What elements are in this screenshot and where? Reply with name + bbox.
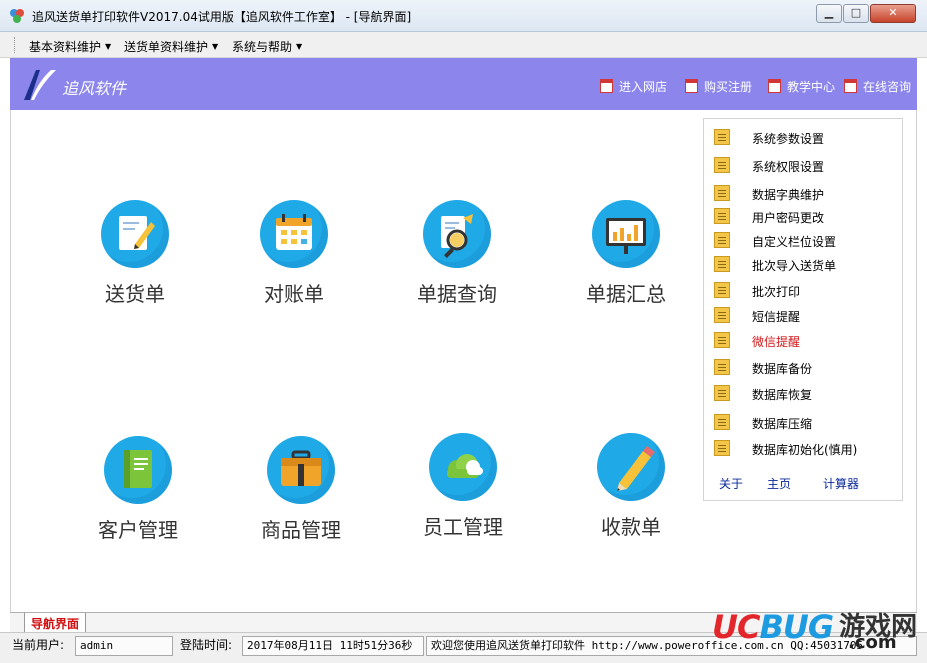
logo-icon (24, 70, 56, 100)
calendar-icon (685, 79, 698, 93)
search-icon (423, 200, 491, 268)
tile-document-summary[interactable]: 单据汇总 (551, 200, 701, 307)
document-icon (714, 359, 730, 375)
link-buy-register-label: 购买注册 (704, 80, 753, 94)
calendar-icon (260, 200, 328, 268)
document-icon (714, 232, 730, 248)
panel-item-label: 批次打印 (752, 285, 801, 299)
document-icon (714, 385, 730, 401)
tile-delivery-note-label: 送货单 (105, 282, 165, 306)
menu-basic-data[interactable]: 基本资料维护 ▼ (29, 38, 111, 55)
panel-item-label: 微信提醒 (752, 335, 801, 349)
calendar-icon (768, 79, 781, 93)
logo-text: 追风软件 (62, 79, 127, 98)
cloud-icon (429, 433, 497, 501)
notebook-icon (104, 436, 172, 504)
chevron-down-icon: ▼ (296, 42, 303, 51)
link-visit-shop-label: 进入网店 (619, 80, 668, 94)
tile-document-summary-label: 单据汇总 (586, 282, 666, 306)
tile-customer-management-label: 客户管理 (98, 518, 178, 542)
calendar-icon (600, 79, 613, 93)
system-functions-panel: 系统参数设置 系统权限设置 数据字典维护 用户密码更改 自定义栏位设置 批次导入… (703, 118, 903, 501)
tab-navigation[interactable]: 导航界面 (24, 613, 87, 633)
window-titlebar: 追风送货单打印软件V2017.04试用版【追风软件工作室】 - [导航界面] ▁… (0, 0, 927, 32)
panel-item-label: 数据库初始化(慎用) (752, 443, 858, 457)
panel-item-label: 短信提醒 (752, 310, 801, 324)
link-teaching-center[interactable]: 教学中心 (768, 78, 835, 95)
chevron-down-icon: ▼ (212, 42, 219, 51)
panel-item-label: 数据字典维护 (752, 188, 825, 202)
tile-statement[interactable]: 对账单 (219, 200, 369, 307)
panel-item-label: 系统参数设置 (752, 132, 825, 146)
document-icon (714, 414, 730, 430)
document-icon (714, 332, 730, 348)
document-icon (714, 185, 730, 201)
document-icon (714, 256, 730, 272)
document-icon (714, 307, 730, 323)
status-login-value: 2017年08月11日 11时51分36秒 (242, 636, 424, 656)
panel-item-label: 数据库备份 (752, 362, 813, 376)
menu-delivery-data-label: 送货单资料维护 (124, 40, 209, 54)
tile-staff-management-label: 员工管理 (423, 515, 503, 539)
link-calculator[interactable]: 计算器 (823, 475, 859, 492)
menu-delivery-data[interactable]: 送货单资料维护 ▼ (124, 38, 218, 55)
watermark-com: .com (848, 632, 897, 653)
tile-statement-label: 对账单 (264, 282, 324, 306)
header-banner: 追风软件 进入网店 购买注册 教学中心 在线咨询 (10, 58, 917, 110)
menu-basic-data-label: 基本资料维护 (29, 40, 102, 54)
panel-item-label: 数据库恢复 (752, 388, 813, 402)
tile-receipt[interactable]: 收款单 (556, 433, 706, 540)
document-icon (714, 208, 730, 224)
document-icon (714, 129, 730, 145)
link-buy-register[interactable]: 购买注册 (685, 78, 752, 95)
tile-document-query-label: 单据查询 (417, 282, 497, 306)
status-user-value: admin (75, 636, 173, 656)
link-visit-shop[interactable]: 进入网店 (600, 78, 667, 95)
watermark-uc: UC (712, 608, 760, 646)
close-button[interactable]: ✕ (870, 4, 916, 23)
watermark-bug: BUG (759, 608, 834, 646)
panel-item-label: 数据库压缩 (752, 417, 813, 431)
link-online-consult-label: 在线咨询 (863, 80, 912, 94)
tile-customer-management[interactable]: 客户管理 (63, 436, 213, 543)
link-teaching-center-label: 教学中心 (787, 80, 836, 94)
tile-product-management-label: 商品管理 (261, 518, 341, 542)
document-icon (714, 157, 730, 173)
document-icon (714, 282, 730, 298)
document-icon (714, 440, 730, 456)
link-about[interactable]: 关于 (719, 475, 743, 492)
tile-document-query[interactable]: 单据查询 (382, 200, 532, 307)
calendar-icon (844, 79, 857, 93)
menu-system-help[interactable]: 系统与帮助 ▼ (232, 38, 302, 55)
menu-bar: 基本资料维护 ▼ 送货单资料维护 ▼ 系统与帮助 ▼ (0, 32, 927, 58)
maximize-button[interactable]: □ (843, 4, 869, 23)
panel-item-label: 批次导入送货单 (752, 259, 837, 273)
menu-grip (14, 37, 17, 53)
menu-system-help-label: 系统与帮助 (232, 40, 293, 54)
chevron-down-icon: ▼ (105, 42, 112, 51)
tile-receipt-label: 收款单 (601, 515, 661, 539)
tile-staff-management[interactable]: 员工管理 (388, 433, 538, 540)
tile-product-management[interactable]: 商品管理 (226, 436, 376, 543)
minimize-button[interactable]: ▁ (816, 4, 842, 23)
link-homepage[interactable]: 主页 (767, 475, 791, 492)
briefcase-icon (267, 436, 335, 504)
delivery-note-icon (101, 200, 169, 268)
watermark-logo: UCBUG 游戏网 .com (712, 606, 917, 653)
chart-board-icon (592, 200, 660, 268)
status-user-label: 当前用户: (12, 638, 65, 652)
tile-delivery-note[interactable]: 送货单 (60, 200, 210, 307)
pencil-icon (597, 433, 665, 501)
panel-item-label: 自定义栏位设置 (752, 235, 837, 249)
link-online-consult[interactable]: 在线咨询 (844, 78, 911, 95)
app-icon (10, 9, 24, 23)
panel-item-label: 用户密码更改 (752, 211, 825, 225)
panel-item-label: 系统权限设置 (752, 160, 825, 174)
window-title: 追风送货单打印软件V2017.04试用版【追风软件工作室】 - [导航界面] (32, 10, 412, 24)
status-login-label: 登陆时间: (180, 638, 233, 652)
